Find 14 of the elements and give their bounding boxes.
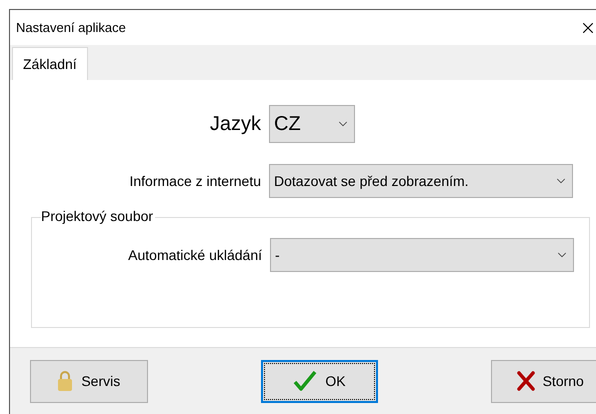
dropdown[interactable]: -	[270, 238, 574, 272]
field-label: Informace z internetu	[129, 172, 261, 190]
cross-icon	[516, 371, 535, 391]
field-label: Automatické ukládání	[128, 246, 262, 264]
padlock-icon	[57, 370, 74, 392]
window-title: Nastavení aplikace	[16, 18, 126, 37]
dialog-button[interactable]: Storno	[491, 360, 596, 402]
checkmark-icon	[293, 370, 318, 392]
field-label: Jazyk	[210, 112, 261, 137]
tab[interactable]: Základní	[12, 47, 88, 80]
dropdown[interactable]: CZ	[269, 105, 355, 143]
dropdown[interactable]: Dotazovat se před zobrazením.	[269, 164, 573, 198]
dialog-button[interactable]: Servis	[30, 360, 148, 402]
dialog-button[interactable]: OK	[260, 360, 378, 402]
